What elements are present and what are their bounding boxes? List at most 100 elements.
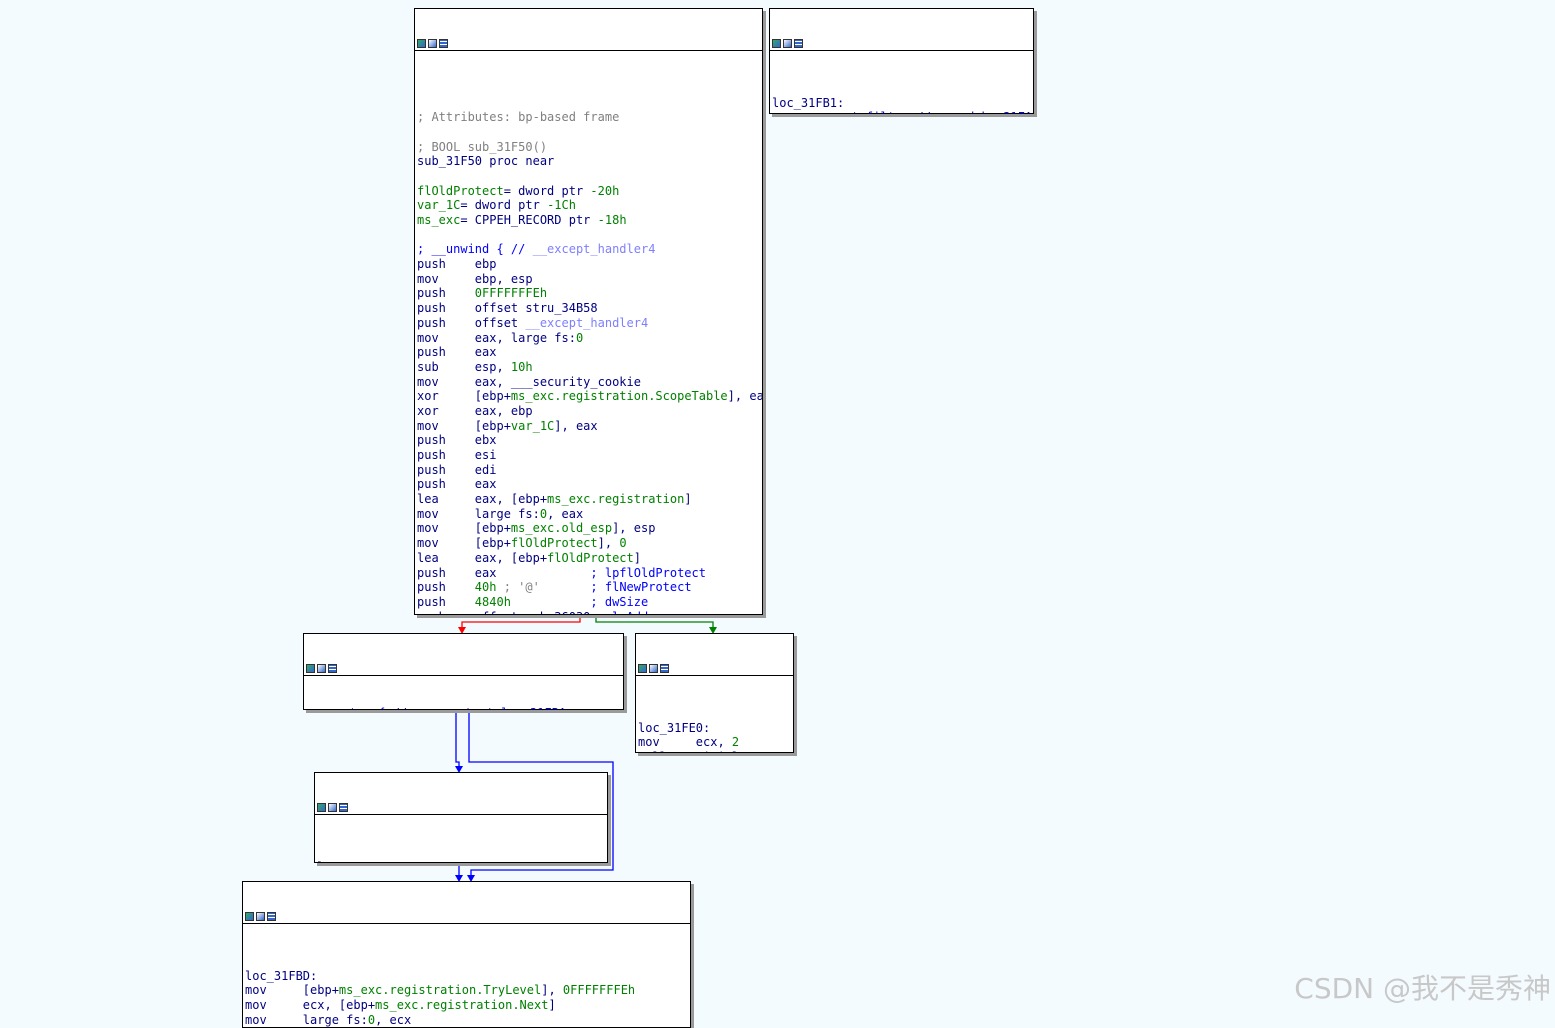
code-line[interactable]: sub esp, 10h bbox=[417, 360, 762, 375]
code-line[interactable]: push 0FFFFFFFEh bbox=[417, 286, 762, 301]
code-line[interactable]: loc_31FE0: bbox=[638, 721, 793, 736]
color-icon[interactable] bbox=[317, 803, 326, 813]
code-line[interactable]: ; __unwind { // __except_handler4 bbox=[417, 242, 762, 257]
code-line[interactable]: push eax ; lpflOldProtect bbox=[417, 566, 762, 581]
color-icon[interactable] bbox=[245, 912, 254, 922]
code-line[interactable]: mov [ebp+ms_exc.old_esp], esp bbox=[417, 521, 762, 536]
block-loc-31fba[interactable]: loc_31FBA:; __except(loc_31FB1) // owned… bbox=[314, 772, 608, 863]
graph-icon[interactable] bbox=[783, 39, 792, 49]
code-line[interactable]: mov eax, ___security_cookie bbox=[417, 375, 762, 390]
code-line[interactable]: mov ecx, [ebp+ms_exc.registration.Next] bbox=[245, 998, 690, 1013]
code-line[interactable]: xor eax, ebp bbox=[417, 404, 762, 419]
color-icon[interactable] bbox=[417, 39, 426, 49]
text-view-icon[interactable] bbox=[794, 39, 803, 49]
color-icon[interactable] bbox=[772, 39, 781, 49]
code-line[interactable]: push eax bbox=[417, 477, 762, 492]
text-view-icon[interactable] bbox=[328, 664, 337, 674]
code-token: mov [ebp+ bbox=[417, 521, 511, 536]
block-sub-31f50[interactable]: ; Attributes: bp-based frame ; BOOL sub_3… bbox=[414, 8, 763, 615]
code-token: push eax bbox=[417, 565, 591, 580]
text-view-icon[interactable] bbox=[267, 912, 276, 922]
graph-icon[interactable] bbox=[317, 664, 326, 674]
code-line[interactable]: mov [ebp+flOldProtect], 0 bbox=[417, 536, 762, 551]
code-line[interactable]: ; __except filter // owned by 31FA7 bbox=[772, 110, 1033, 113]
code-token: push offset stru_34B58 bbox=[417, 301, 598, 316]
code-line[interactable]: mov large fs:0, ecx bbox=[245, 1013, 690, 1027]
text-view-icon[interactable] bbox=[660, 664, 669, 674]
code-line[interactable]: call Finial bbox=[638, 750, 793, 752]
code-line[interactable] bbox=[417, 81, 762, 96]
code-line[interactable]: loc_31FB1: bbox=[772, 96, 1033, 111]
code-line[interactable]: lea eax, [ebp+ms_exc.registration] bbox=[417, 492, 762, 507]
code-line[interactable] bbox=[245, 954, 690, 969]
code-listing: loc_31FE0:mov ecx, 2call Finial; } // st… bbox=[636, 706, 793, 753]
code-token: 2 bbox=[731, 735, 740, 750]
code-line[interactable]: mov large fs:0, eax bbox=[417, 507, 762, 522]
block-loc-31fe0[interactable]: loc_31FE0:mov ecx, 2call Finial; } // st… bbox=[635, 633, 794, 753]
code-line[interactable]: mov [ebp+var_1C], eax bbox=[417, 419, 762, 434]
code-token: lea eax, [ebp+ bbox=[417, 550, 548, 565]
edge-true-branch bbox=[595, 615, 714, 630]
color-icon[interactable] bbox=[306, 664, 315, 674]
code-token: flOldProtect bbox=[547, 550, 634, 565]
code-line[interactable]: ; __try { // __except at loc_31FBA bbox=[306, 706, 623, 709]
graph-icon[interactable] bbox=[256, 912, 265, 922]
code-token: push bbox=[417, 580, 475, 595]
code-listing: ; Attributes: bp-based frame ; BOOL sub_3… bbox=[415, 81, 762, 614]
code-token: xor eax, ebp bbox=[417, 403, 533, 418]
graph-icon[interactable] bbox=[328, 803, 337, 813]
code-line[interactable] bbox=[638, 706, 793, 721]
code-line[interactable]: push offset __except_handler4 bbox=[417, 316, 762, 331]
block-loc-31fbd[interactable]: loc_31FBD: mov [ebp+ms_exc.registration.T… bbox=[242, 881, 691, 1028]
code-line[interactable] bbox=[417, 125, 762, 140]
code-line[interactable] bbox=[317, 845, 607, 860]
code-token: ], esp bbox=[612, 521, 656, 536]
block-try[interactable]: ; __try { // __except at loc_31FBAmov [e… bbox=[303, 633, 624, 710]
code-line[interactable]: ; Attributes: bp-based frame bbox=[417, 110, 762, 125]
code-line[interactable]: var_1C= dword ptr -1Ch bbox=[417, 198, 762, 213]
text-view-icon[interactable] bbox=[339, 803, 348, 813]
code-line[interactable] bbox=[417, 96, 762, 111]
graph-icon[interactable] bbox=[649, 664, 658, 674]
code-line[interactable]: loc_31FBA: bbox=[317, 860, 607, 863]
code-line[interactable]: push offset sub_36030 ; lpAddress bbox=[417, 610, 762, 614]
code-line[interactable]: flOldProtect= dword ptr -20h bbox=[417, 184, 762, 199]
text-view-icon[interactable] bbox=[439, 39, 448, 49]
code-line[interactable] bbox=[772, 81, 1033, 96]
code-line[interactable]: push ebp bbox=[417, 257, 762, 272]
block-loc-31fb1[interactable]: loc_31FB1:; __except filter // owned by … bbox=[769, 8, 1034, 114]
code-token: push esi bbox=[417, 448, 497, 462]
code-line[interactable]: mov [ebp+ms_exc.registration.TryLevel], … bbox=[245, 983, 690, 998]
code-line[interactable]: sub_31F50 proc near bbox=[417, 154, 762, 169]
code-line[interactable]: ms_exc= CPPEH_RECORD ptr -18h bbox=[417, 213, 762, 228]
code-line[interactable]: push eax bbox=[417, 345, 762, 360]
code-line[interactable]: loc_31FBD: bbox=[245, 969, 690, 984]
code-line[interactable]: mov ebp, esp bbox=[417, 272, 762, 287]
code-line[interactable]: push offset stru_34B58 bbox=[417, 301, 762, 316]
code-token: ; __unwind { // bbox=[417, 242, 533, 257]
graph-edges bbox=[455, 615, 717, 882]
code-line[interactable]: push esi bbox=[417, 448, 762, 463]
code-token: ; BOOL sub_31F50() bbox=[417, 139, 548, 154]
code-line[interactable]: push 4840h ; dwSize bbox=[417, 595, 762, 610]
code-line[interactable]: lea eax, [ebp+flOldProtect] bbox=[417, 551, 762, 566]
graph-icon[interactable] bbox=[428, 39, 437, 49]
code-token: call Finial bbox=[638, 750, 739, 752]
code-line[interactable] bbox=[417, 169, 762, 184]
code-token: , eax bbox=[547, 506, 584, 521]
code-line[interactable]: push 40h ; '@' ; flNewProtect bbox=[417, 580, 762, 595]
code-line[interactable]: mov eax, large fs:0 bbox=[417, 331, 762, 346]
code-token: mov ebp, esp bbox=[417, 271, 533, 286]
code-token: __except_handler4 bbox=[532, 242, 656, 257]
code-line[interactable]: push edi bbox=[417, 463, 762, 478]
code-line[interactable]: mov ecx, 2 bbox=[638, 735, 793, 750]
color-icon[interactable] bbox=[638, 664, 647, 674]
code-token: loc_31FBD: bbox=[245, 968, 318, 983]
code-token: push ebp bbox=[417, 257, 497, 272]
code-line[interactable]: xor [ebp+ms_exc.registration.ScopeTable]… bbox=[417, 389, 762, 404]
code-line[interactable]: push ebx bbox=[417, 433, 762, 448]
code-token: loc_31FBA: bbox=[317, 860, 389, 863]
code-line[interactable] bbox=[417, 228, 762, 243]
code-token: ; '@' bbox=[496, 580, 540, 595]
code-line[interactable]: ; BOOL sub_31F50() bbox=[417, 140, 762, 155]
